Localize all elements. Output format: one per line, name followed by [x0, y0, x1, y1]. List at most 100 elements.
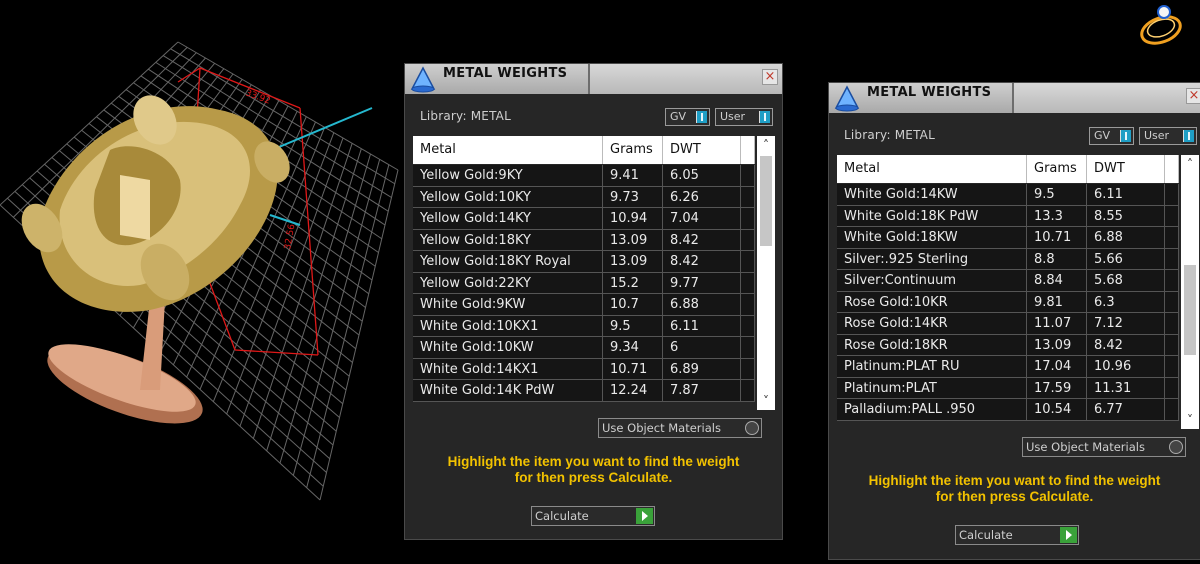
- grams-cell: 9.5: [1027, 184, 1087, 206]
- column-header-dwt[interactable]: DWT: [1087, 155, 1165, 183]
- column-header-grams[interactable]: Grams: [603, 136, 663, 164]
- calculate-button[interactable]: Calculate: [531, 506, 655, 526]
- gv-toggle[interactable]: GV: [1089, 127, 1134, 145]
- dwt-cell: 6.77: [1087, 399, 1165, 421]
- table-row[interactable]: White Gold:10KX1 9.5 6.11: [413, 315, 755, 337]
- instruction-line-1: Highlight the item you want to find the …: [868, 473, 1161, 488]
- use-object-materials-toggle[interactable]: Use Object Materials: [1022, 437, 1186, 457]
- column-header-dwt[interactable]: DWT: [663, 136, 741, 164]
- close-button[interactable]: ×: [1186, 88, 1200, 104]
- use-object-materials-toggle[interactable]: Use Object Materials: [598, 418, 762, 438]
- scroll-down-icon[interactable]: ˅: [757, 392, 775, 410]
- panel-title-tab[interactable]: METAL WEIGHTS: [829, 83, 1014, 113]
- metal-cell: White Gold:14K PdW: [413, 380, 603, 402]
- user-toggle[interactable]: User: [715, 108, 773, 126]
- 3d-viewport[interactable]: 33.92 32.56: [0, 0, 400, 560]
- dwt-cell: 8.42: [1087, 334, 1165, 356]
- column-header-grams[interactable]: Grams: [1027, 155, 1087, 183]
- table-row[interactable]: White Gold:14KW 9.5 6.11: [837, 184, 1179, 206]
- table-header: Metal Grams DWT: [413, 136, 755, 164]
- grams-cell: 11.07: [1027, 313, 1087, 335]
- row-pad: [741, 315, 755, 337]
- metal-cell: White Gold:18K PdW: [837, 205, 1027, 227]
- dwt-cell: 7.12: [1087, 313, 1165, 335]
- grams-cell: 9.41: [603, 165, 663, 187]
- row-pad: [741, 229, 755, 251]
- row-pad: [1165, 313, 1179, 335]
- scroll-thumb[interactable]: [760, 156, 772, 246]
- row-pad: [1165, 356, 1179, 378]
- scroll-thumb[interactable]: [1184, 265, 1196, 355]
- table-row[interactable]: Rose Gold:14KR 11.07 7.12: [837, 313, 1179, 335]
- table-row[interactable]: Yellow Gold:18KY Royal 13.09 8.42: [413, 251, 755, 273]
- instruction-line-2: for then press Calculate.: [514, 470, 673, 485]
- grams-cell: 13.09: [603, 229, 663, 251]
- table-scrollbar[interactable]: ˄ ˅: [1181, 155, 1199, 429]
- metal-cell: Yellow Gold:9KY: [413, 165, 603, 187]
- dwt-cell: 8.55: [1087, 205, 1165, 227]
- toggle-knob-icon: [696, 111, 707, 123]
- grams-cell: 13.09: [603, 251, 663, 273]
- grams-cell: 9.34: [603, 337, 663, 359]
- viewport-canvas[interactable]: 33.92 32.56: [0, 0, 400, 560]
- table-row[interactable]: White Gold:18K PdW 13.3 8.55: [837, 205, 1179, 227]
- table-row[interactable]: Rose Gold:18KR 13.09 8.42: [837, 334, 1179, 356]
- table-row[interactable]: Silver:Continuum 8.84 5.68: [837, 270, 1179, 292]
- metal-table[interactable]: Metal Grams DWT White Gold:14KW 9.5 6.11 Wh…: [837, 155, 1199, 429]
- column-header-metal[interactable]: Metal: [837, 155, 1027, 183]
- table-scrollbar[interactable]: ˄ ˅: [757, 136, 775, 410]
- dwt-cell: 10.96: [1087, 356, 1165, 378]
- close-button[interactable]: ×: [762, 69, 778, 85]
- row-pad: [1165, 184, 1179, 206]
- gv-toggle-label: GV: [670, 110, 687, 123]
- table-row[interactable]: Platinum:PLAT RU 17.04 10.96: [837, 356, 1179, 378]
- metal-cell: White Gold:18KW: [837, 227, 1027, 249]
- cone-tool-icon: [834, 85, 860, 112]
- metal-table[interactable]: Metal Grams DWT Yellow Gold:9KY 9.41 6.05 Y…: [413, 136, 775, 410]
- table-row[interactable]: Yellow Gold:14KY 10.94 7.04: [413, 208, 755, 230]
- table-row[interactable]: White Gold:14KX1 10.71 6.89: [413, 358, 755, 380]
- table-row[interactable]: White Gold:10KW 9.34 6: [413, 337, 755, 359]
- row-pad: [1165, 334, 1179, 356]
- row-pad: [741, 337, 755, 359]
- table-row[interactable]: Palladium:PALL .950 10.54 6.77: [837, 399, 1179, 421]
- user-toggle[interactable]: User: [1139, 127, 1197, 145]
- row-pad: [741, 358, 755, 380]
- panel-titlebar[interactable]: METAL WEIGHTS ×: [829, 83, 1200, 113]
- table-row[interactable]: Yellow Gold:9KY 9.41 6.05: [413, 165, 755, 187]
- row-pad: [1165, 227, 1179, 249]
- play-icon[interactable]: [1060, 527, 1077, 543]
- table-row[interactable]: Yellow Gold:22KY 15.2 9.77: [413, 272, 755, 294]
- dwt-cell: 6.05: [663, 165, 741, 187]
- table-row[interactable]: White Gold:18KW 10.71 6.88: [837, 227, 1179, 249]
- table-row[interactable]: Yellow Gold:18KY 13.09 8.42: [413, 229, 755, 251]
- instruction-text: Highlight the item you want to find the …: [405, 454, 782, 486]
- row-pad: [1165, 270, 1179, 292]
- panel-titlebar[interactable]: METAL WEIGHTS ×: [405, 64, 782, 94]
- table-row[interactable]: Rose Gold:10KR 9.81 6.3: [837, 291, 1179, 313]
- metal-cell: White Gold:14KX1: [413, 358, 603, 380]
- radio-knob-icon: [745, 421, 759, 435]
- panel-title-tab[interactable]: METAL WEIGHTS: [405, 64, 590, 94]
- table-row[interactable]: White Gold:9KW 10.7 6.88: [413, 294, 755, 316]
- row-pad: [741, 186, 755, 208]
- toggle-knob-icon: [759, 111, 770, 123]
- metal-cell: Palladium:PALL .950: [837, 399, 1027, 421]
- row-pad: [741, 208, 755, 230]
- scroll-up-icon[interactable]: ˄: [1181, 155, 1199, 173]
- grams-cell: 10.71: [603, 358, 663, 380]
- scroll-up-icon[interactable]: ˄: [757, 136, 775, 154]
- gv-toggle[interactable]: GV: [665, 108, 710, 126]
- table-row[interactable]: Silver:.925 Sterling 8.8 5.66: [837, 248, 1179, 270]
- grams-cell: 12.24: [603, 380, 663, 402]
- table-row[interactable]: Platinum:PLAT 17.59 11.31: [837, 377, 1179, 399]
- calculate-button[interactable]: Calculate: [955, 525, 1079, 545]
- table-row[interactable]: White Gold:14K PdW 12.24 7.87: [413, 380, 755, 402]
- use-object-materials-label: Use Object Materials: [602, 421, 721, 435]
- table-row[interactable]: Yellow Gold:10KY 9.73 6.26: [413, 186, 755, 208]
- column-header-metal[interactable]: Metal: [413, 136, 603, 164]
- svg-text:32.56: 32.56: [283, 223, 297, 250]
- metal-cell: Yellow Gold:14KY: [413, 208, 603, 230]
- scroll-down-icon[interactable]: ˅: [1181, 411, 1199, 429]
- play-icon[interactable]: [636, 508, 653, 524]
